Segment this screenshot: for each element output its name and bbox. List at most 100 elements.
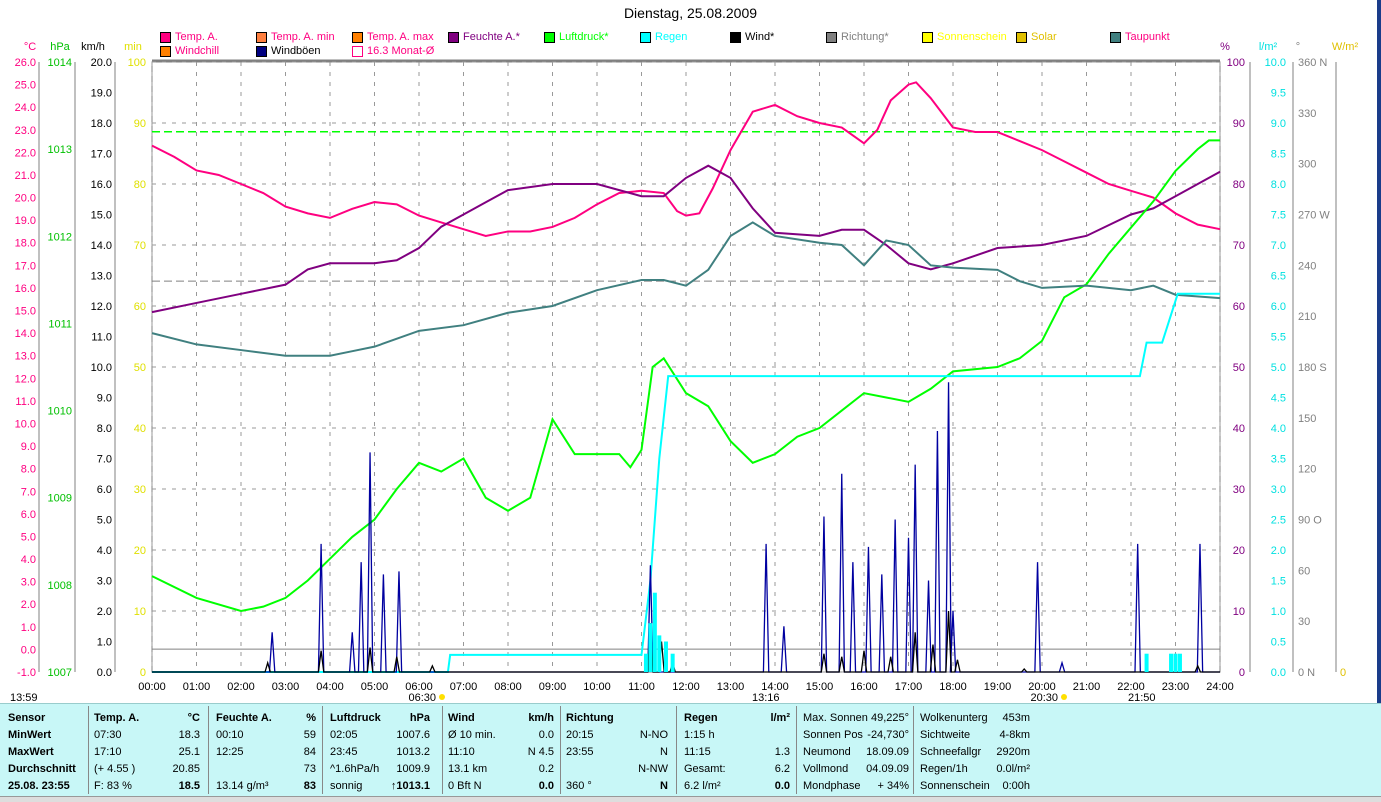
- legend-swatch-icon: [922, 32, 933, 43]
- table-cell: 02:05: [330, 727, 358, 744]
- table-column-dir: Richtung20:15N-NO23:55NN-NW360 °N: [566, 710, 668, 795]
- pressure-tick-label: 1013: [48, 144, 72, 156]
- temp-tick-label: 19.0: [15, 215, 36, 227]
- legend-label: Richtung*: [841, 31, 889, 43]
- wind-tick-label: 7.0: [97, 454, 112, 466]
- rain-tick-label: 0.0: [1271, 667, 1286, 679]
- table-cell: Gesamt:: [684, 761, 726, 778]
- table-cell: 0.0: [775, 778, 790, 795]
- legend-item: Feuchte A.*: [448, 31, 520, 43]
- weather-chart: 00:0001:0002:0003:0004:0005:0006:0007:00…: [0, 0, 1381, 703]
- wind-tick-label: 15.0: [91, 210, 112, 222]
- legend-swatch-icon: [256, 46, 267, 57]
- column-header: Regen: [684, 710, 718, 727]
- table-cell: 00:10: [216, 727, 244, 744]
- humidity-tick-label: 100: [1227, 57, 1245, 69]
- table-cell: 18.5: [179, 778, 200, 795]
- wind-tick-label: 10.0: [91, 362, 112, 374]
- axis-unit-rain: l/m²: [1259, 41, 1278, 53]
- legend-swatch-icon: [544, 32, 555, 43]
- axis-unit-minutes: min: [124, 41, 142, 53]
- table-row: Vollmond04.09.09: [803, 761, 909, 778]
- table-cell: Max. Sonnen: [803, 710, 868, 727]
- table-column-temp: Temp. A.°C07:3018.317:1025.1(+ 4.55 )20.…: [94, 710, 200, 795]
- legend-item: 16.3 Monat-Ø: [352, 45, 434, 57]
- row-label: MaxWert: [8, 744, 76, 761]
- table-cell: 11:10: [448, 744, 475, 761]
- rain-tick-label: 6.0: [1271, 301, 1286, 313]
- legend-swatch-icon: [160, 32, 171, 43]
- humidity-tick-label: 80: [1233, 179, 1245, 191]
- minutes-tick-label: 10: [134, 606, 146, 618]
- column-divider: [208, 706, 209, 794]
- table-column-sun: Max. Sonnen49,225°Sonnen Pos-24,730°Neum…: [803, 710, 909, 795]
- column-divider: [442, 706, 443, 794]
- solar-tick-label: 0: [1340, 667, 1346, 679]
- wind-tick-label: 8.0: [97, 423, 112, 435]
- column-header: Sensor: [8, 710, 76, 727]
- solar-noon-time: 13:16: [752, 692, 780, 703]
- minutes-tick-label: 40: [134, 423, 146, 435]
- table-row: ^1.6hPa/h1009.9: [330, 761, 430, 778]
- legend-label: Feuchte A.*: [463, 31, 520, 43]
- row-label: 25.08. 23:55: [8, 778, 76, 795]
- table-column-sensor: SensorMinWertMaxWertDurchschnitt25.08. 2…: [8, 710, 76, 795]
- wind-tick-label: 0.0: [97, 667, 112, 679]
- humidity-tick-label: 40: [1233, 423, 1245, 435]
- temp-tick-label: 18.0: [15, 238, 36, 250]
- temp-tick-label: 11.0: [15, 396, 36, 408]
- table-cell: Sonnenschein: [920, 778, 990, 795]
- axis-unit-wind: km/h: [81, 41, 105, 53]
- column-divider: [676, 706, 677, 794]
- table-cell: 4-8km: [999, 727, 1030, 744]
- direction-tick-label: 30: [1298, 616, 1310, 628]
- table-cell: 84: [304, 744, 316, 761]
- minutes-tick-label: 100: [128, 57, 146, 69]
- table-column-hum: Feuchte A.%00:105912:25847313.14 g/m³83: [216, 710, 316, 795]
- table-cell: 2920m: [996, 744, 1030, 761]
- row-label: Durchschnitt: [8, 761, 76, 778]
- legend-swatch-icon: [640, 32, 651, 43]
- x-tick-label: 08:00: [494, 681, 522, 693]
- temp-tick-label: 4.0: [21, 554, 36, 566]
- legend-item: Richtung*: [826, 31, 889, 43]
- legend-item: Regen: [640, 31, 687, 43]
- legend-item: Sonnenschein: [922, 31, 1007, 43]
- table-cell: Ø 10 min.: [448, 727, 496, 744]
- direction-tick-label: 180 S: [1298, 362, 1327, 374]
- legend-label: Windböen: [271, 45, 321, 57]
- table-row: Schneefallgr2920m: [920, 744, 1030, 761]
- scrollbar[interactable]: [1377, 0, 1381, 703]
- column-unit: hPa: [410, 710, 430, 727]
- table-cell: Vollmond: [803, 761, 848, 778]
- legend-swatch-icon: [730, 32, 741, 43]
- table-cell: Sonnen Pos: [803, 727, 863, 744]
- row-label: MinWert: [8, 727, 76, 744]
- humidity-tick-label: 90: [1233, 118, 1245, 130]
- direction-tick-label: 60: [1298, 565, 1310, 577]
- rain-tick-label: 6.5: [1271, 271, 1286, 283]
- humidity-tick-label: 60: [1233, 301, 1245, 313]
- legend-item: Taupunkt: [1110, 31, 1170, 43]
- table-row: 23:55N: [566, 744, 668, 761]
- column-unit: km/h: [528, 710, 554, 727]
- direction-tick-label: 210: [1298, 311, 1316, 323]
- table-cell: 0.2: [539, 761, 554, 778]
- table-row: Sichtweite4-8km: [920, 727, 1030, 744]
- table-row: 0 Bft N0.0: [448, 778, 554, 795]
- rain-bar: [1169, 654, 1173, 672]
- temp-tick-label: 15.0: [15, 306, 36, 318]
- x-tick-label: 21:00: [1073, 681, 1101, 693]
- table-cell: sonnig: [330, 778, 362, 795]
- table-row: 73: [216, 761, 316, 778]
- rain-tick-label: 4.5: [1271, 393, 1286, 405]
- legend-label: Solar: [1031, 31, 1057, 43]
- table-row: 13.14 g/m³83: [216, 778, 316, 795]
- status-bar: [0, 796, 1381, 802]
- table-row: Regen/1h0.0l/m²: [920, 761, 1030, 778]
- wind-tick-label: 19.0: [91, 88, 112, 100]
- pressure-tick-label: 1014: [48, 57, 72, 69]
- legend-swatch-icon: [352, 46, 363, 57]
- rain-bar: [671, 654, 675, 672]
- axis-unit-humidity: %: [1220, 41, 1230, 53]
